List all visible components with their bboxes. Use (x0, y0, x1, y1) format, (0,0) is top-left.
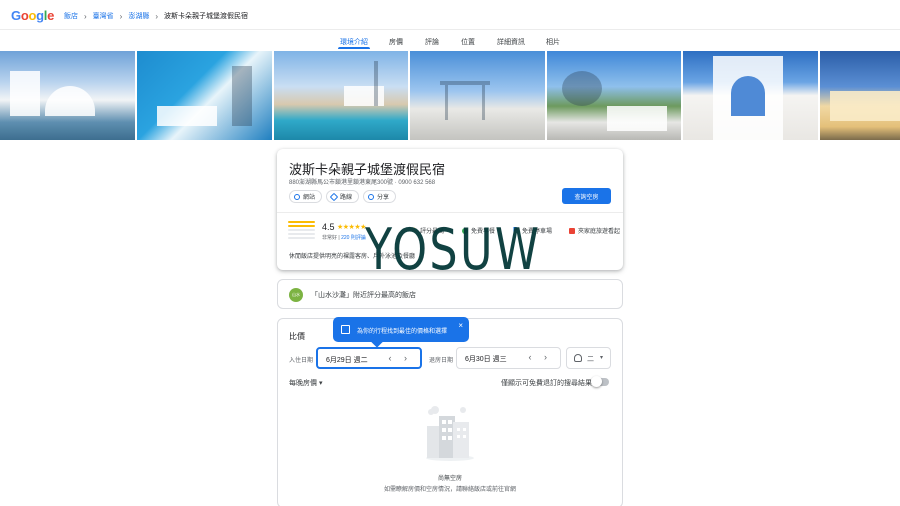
rating-score: 4.5 (322, 222, 335, 232)
directions-icon (329, 192, 339, 201)
website-button[interactable]: 網站 (289, 190, 323, 203)
chevron-right-icon: › (84, 11, 87, 21)
checkin-date-value: 6月29日 週二 (326, 357, 368, 364)
amenity-family: 夾家庭旅遊看起 (569, 226, 620, 235)
tab-photos[interactable]: 相片 (546, 37, 560, 47)
directions-button[interactable]: 路線 (326, 190, 360, 203)
google-logo[interactable]: Google (11, 8, 54, 23)
review-count-link[interactable]: 220 則評論 (341, 235, 366, 241)
guests-value: 二 (587, 356, 594, 363)
directions-label: 路線 (340, 195, 353, 201)
rating-distribution (288, 221, 315, 241)
calendar-icon (341, 325, 350, 334)
per-night-dropdown[interactable]: 每晚房價 ▾ (289, 378, 322, 388)
check-availability-button[interactable]: 查詢空房 (562, 188, 611, 204)
checkin-date-field[interactable]: 6月29日 週二 ‹ › (316, 347, 422, 369)
share-label: 分享 (377, 195, 390, 201)
date-nav-arrows[interactable]: ‹ › (389, 353, 413, 363)
action-chips: 網站 路線 分享 (289, 190, 397, 203)
free-cancel-label: 僅顯示可免費退訂的搜尋結果 (501, 380, 592, 387)
active-tab-indicator (338, 47, 370, 49)
rating-bar (288, 221, 315, 223)
tab-prices[interactable]: 房價 (389, 37, 403, 47)
rating-bar (288, 225, 315, 227)
photo-strip (0, 51, 900, 140)
hotel-photo[interactable] (274, 51, 408, 140)
tab-reviews[interactable]: 評論 (425, 37, 439, 47)
logo-letter: G (11, 8, 21, 23)
prices-title: 比價 (289, 332, 305, 341)
hotel-photo[interactable] (0, 51, 135, 140)
breadcrumb-hotels[interactable]: 飯店 (64, 11, 78, 21)
tab-details[interactable]: 詳細資訊 (497, 37, 525, 47)
hotel-photo[interactable] (410, 51, 545, 140)
tab-overview[interactable]: 環境介紹 (340, 37, 368, 47)
section-tabs: 環境介紹 房價 評論 位置 詳細資訊 相片 (0, 30, 900, 50)
empty-state-title: 尚無空房 (437, 476, 463, 482)
rating-word: 非常好 (322, 235, 338, 241)
hotel-photo[interactable] (137, 51, 272, 140)
logo-letter: e (47, 8, 55, 23)
chevron-right-icon: › (119, 11, 123, 21)
date-tooltip: 為你的行程找到最佳的價格和選擇 × (333, 317, 469, 348)
share-icon (368, 193, 375, 200)
hotel-phone[interactable]: 0900 632 568 (398, 180, 435, 186)
toggle-knob (591, 376, 602, 387)
website-label: 網站 (303, 195, 316, 201)
chevron-down-icon: ▾ (600, 355, 604, 361)
person-icon (574, 354, 582, 362)
chevron-right-icon: › (155, 11, 159, 21)
badge-icon: 山水 (289, 288, 303, 302)
tab-location[interactable]: 位置 (461, 37, 475, 47)
hotel-photo[interactable] (547, 51, 681, 140)
breadcrumb-province[interactable]: 臺灣省 (93, 11, 114, 21)
checkout-label: 退房日期 (429, 358, 454, 364)
rating-stars: ★★★★★ (337, 224, 366, 231)
free-cancel-toggle[interactable] (591, 376, 609, 387)
share-button[interactable]: 分享 (363, 190, 397, 203)
breadcrumb-county[interactable]: 澎湖縣 (128, 11, 149, 21)
breadcrumb-current: 波斯卡朵親子城堡渡假民宿 (164, 13, 249, 20)
divider (277, 212, 623, 213)
watermark-text: YOSUW (365, 217, 542, 283)
top-bar: Google 飯店 › 臺灣省 › 澎湖縣 › 波斯卡朵親子城堡渡假民宿 (0, 0, 900, 30)
date-nav-arrows[interactable]: ‹ › (529, 352, 553, 362)
amenity-label: 夾家庭旅遊看起 (578, 229, 621, 235)
hotel-photo[interactable] (683, 51, 818, 140)
checkin-label: 入住日期 (289, 358, 314, 364)
rating-bar (288, 237, 315, 239)
rating-bar (288, 233, 315, 235)
rating-bar (288, 229, 315, 231)
hotel-address: 880澎湖縣馬公市鎖港里鎖港東尾300號 (289, 180, 394, 186)
hotel-name: 波斯卡朵親子城堡渡假民宿 (289, 163, 446, 178)
empty-state-subtitle: 如需瞭解房價和空房情況，請聯絡飯店或前往官網 (383, 487, 517, 493)
guests-select[interactable]: 二 ▾ (566, 347, 611, 369)
hotel-address-line: 880澎湖縣馬公市鎖港里鎖港東尾300號 · 0900 632 568 (289, 180, 436, 186)
buildings-illustration (426, 406, 474, 461)
nearby-highlight-text: 「山水沙灘」附近評分最高的飯店 (311, 292, 416, 299)
hotel-photo[interactable] (820, 51, 900, 140)
rating-summary: 非常好 | 220 則評論 (322, 235, 366, 241)
globe-icon (294, 193, 300, 200)
family-icon (569, 227, 575, 234)
logo-letter: o (28, 8, 37, 23)
checkout-date-value: 6月30日 週三 (465, 356, 507, 363)
checkout-date-field[interactable]: 6月30日 週三 ‹ › (456, 347, 561, 369)
breadcrumb: 飯店 › 臺灣省 › 澎湖縣 › 波斯卡朵親子城堡渡假民宿 (64, 11, 248, 21)
close-icon[interactable]: × (458, 321, 463, 330)
nearby-highlight-card[interactable]: 山水 「山水沙灘」附近評分最高的飯店 (277, 279, 623, 309)
logo-letter: g (36, 8, 44, 23)
tooltip-text: 為你的行程找到最佳的價格和選擇 (357, 329, 448, 335)
